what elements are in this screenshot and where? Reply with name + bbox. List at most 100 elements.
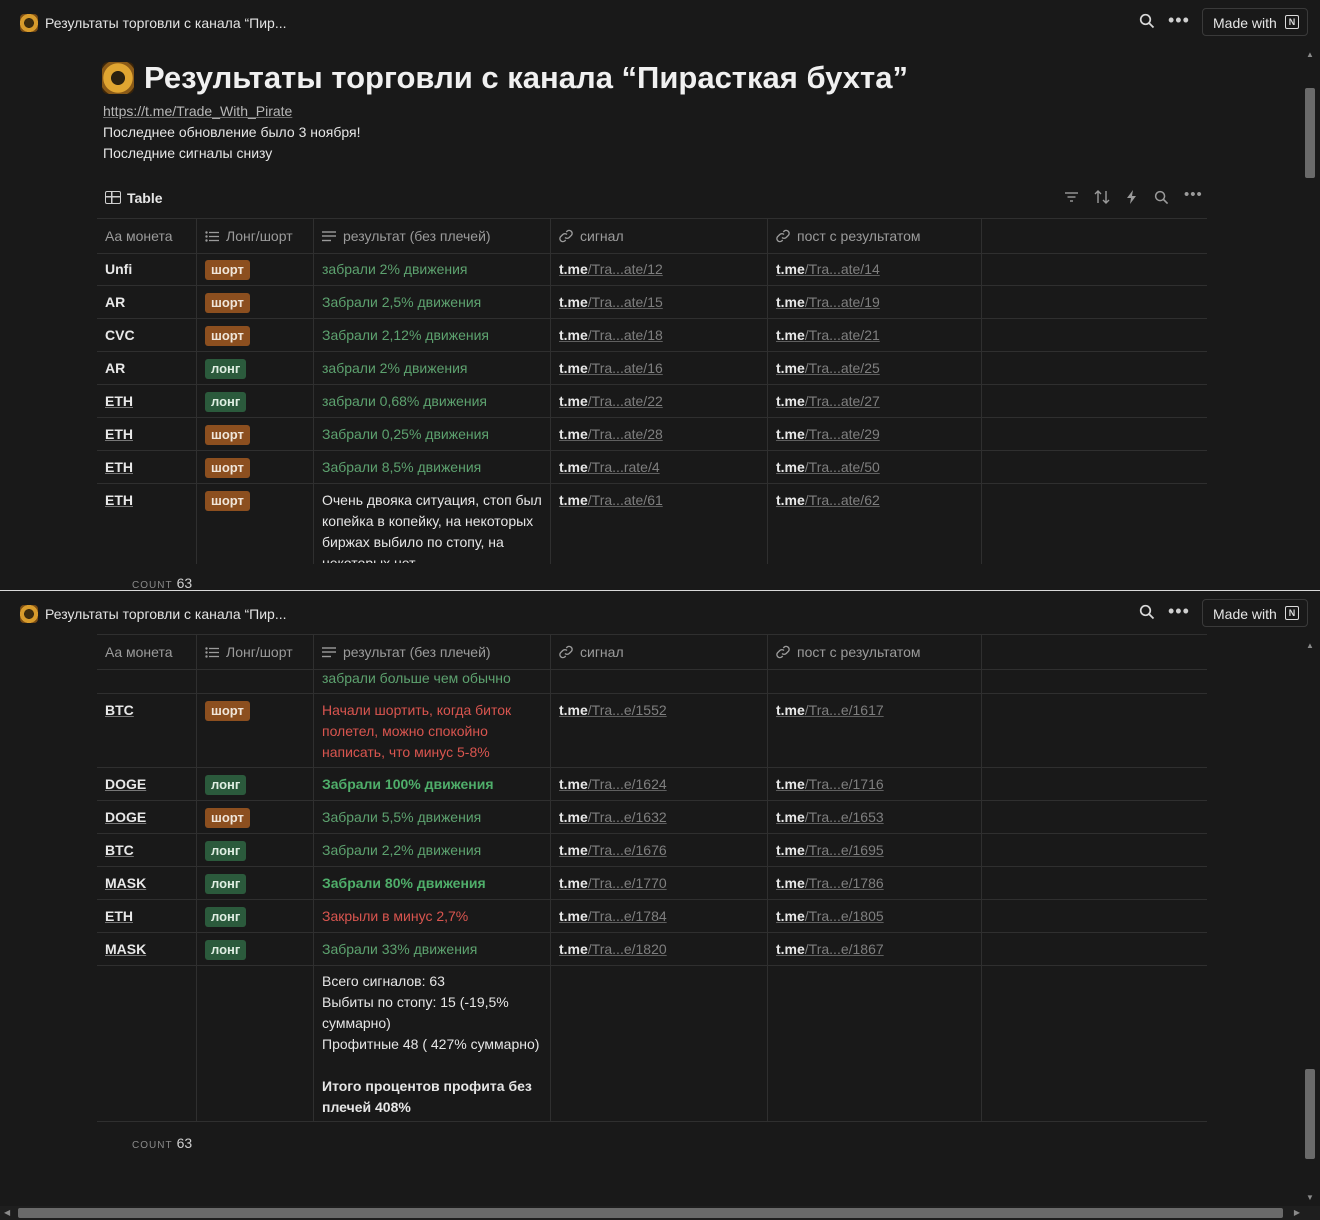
table-row[interactable]: забрали больше чем обычно: [97, 668, 1207, 694]
post-link[interactable]: t.me/Tra...e/1653: [776, 807, 884, 828]
table-row[interactable]: ETH шорт Забрали 0,25% движения t.me/Tra...…: [97, 417, 1207, 451]
signal-link[interactable]: t.me/Tra...e/1552: [559, 700, 667, 721]
coin-cell[interactable]: ETH: [105, 490, 133, 511]
post-link[interactable]: t.me/Tra...e/1805: [776, 906, 884, 927]
made-with-notion-button[interactable]: Made with N: [1202, 599, 1308, 627]
more-options-icon[interactable]: •••: [1168, 601, 1190, 622]
coin-cell[interactable]: ETH: [105, 424, 133, 445]
more-options-icon[interactable]: •••: [1168, 10, 1190, 31]
table-row[interactable]: ETH шорт Очень двояка ситуация, стоп был к…: [97, 483, 1207, 563]
signal-link[interactable]: t.me/Tra...rate/4: [559, 457, 660, 478]
post-link[interactable]: t.me/Tra...ate/62: [776, 490, 880, 511]
scroll-down-arrow-icon[interactable]: ▼: [1306, 1193, 1314, 1202]
table-view-tab[interactable]: Table: [105, 190, 163, 206]
header-coin[interactable]: Aa монета: [105, 635, 173, 669]
coin-cell[interactable]: CVC: [105, 325, 135, 346]
header-signal[interactable]: сигнал: [559, 635, 624, 669]
header-side[interactable]: Лонг/шорт: [205, 219, 293, 253]
signal-link[interactable]: t.me/Tra...e/1624: [559, 774, 667, 795]
table-row[interactable]: ETH шорт Забрали 8,5% движения t.me/Tra...r…: [97, 450, 1207, 484]
coin-cell[interactable]: MASK: [105, 873, 146, 894]
coin-cell[interactable]: AR: [105, 292, 125, 313]
scroll-up-arrow-icon[interactable]: ▲: [1306, 50, 1314, 59]
table-search-icon[interactable]: [1154, 190, 1169, 209]
post-link[interactable]: t.me/Tra...ate/19: [776, 292, 880, 313]
post-link[interactable]: t.me/Tra...ate/25: [776, 358, 880, 379]
made-with-notion-button[interactable]: Made with N: [1202, 8, 1308, 36]
header-side[interactable]: Лонг/шорт: [205, 635, 293, 669]
coin-cell[interactable]: ETH: [105, 457, 133, 478]
table-row[interactable]: CVC шорт Забрали 2,12% движения t.me/Tra...…: [97, 318, 1207, 352]
signal-link[interactable]: t.me/Tra...e/1676: [559, 840, 667, 861]
post-link[interactable]: t.me/Tra...e/1716: [776, 774, 884, 795]
channel-link[interactable]: https://t.me/Trade_With_Pirate: [103, 103, 292, 119]
coin-cell[interactable]: BTC: [105, 840, 134, 861]
horizontal-scrollbar[interactable]: ◀ ▶: [0, 1206, 1320, 1220]
table-row[interactable]: MASK лонг Забрали 33% движения t.me/Tra...e…: [97, 932, 1207, 966]
post-link[interactable]: t.me/Tra...e/1867: [776, 939, 884, 960]
table-row[interactable]: ETH лонг забрали 0,68% движения t.me/Tra...…: [97, 384, 1207, 418]
post-link[interactable]: t.me/Tra...ate/21: [776, 325, 880, 346]
vertical-scrollbar[interactable]: ▲ ▼: [1304, 641, 1316, 1202]
signal-link[interactable]: t.me/Tra...ate/18: [559, 325, 663, 346]
scroll-right-arrow-icon[interactable]: ▶: [1294, 1208, 1300, 1217]
signal-link[interactable]: t.me/Tra...ate/28: [559, 424, 663, 445]
table-icon: [105, 191, 121, 204]
table-row[interactable]: AR лонг забрали 2% движения t.me/Tra...ate/…: [97, 351, 1207, 385]
table-row[interactable]: AR шорт Забрали 2,5% движения t.me/Tra...at…: [97, 285, 1207, 319]
coin-cell[interactable]: MASK: [105, 939, 146, 960]
sort-icon[interactable]: [1094, 190, 1110, 208]
table-row[interactable]: DOGE лонг Забрали 100% движения t.me/Tra...…: [97, 767, 1207, 801]
signal-link[interactable]: t.me/Tra...e/1784: [559, 906, 667, 927]
scroll-up-arrow-icon[interactable]: ▲: [1306, 641, 1314, 650]
signal-link-path: /Tra...ate/18: [587, 327, 663, 343]
header-result[interactable]: результат (без плечей): [322, 219, 491, 253]
table-more-icon[interactable]: •••: [1184, 186, 1203, 203]
scroll-thumb[interactable]: [1305, 1069, 1315, 1159]
signal-link[interactable]: t.me/Tra...ate/12: [559, 259, 663, 280]
scroll-left-arrow-icon[interactable]: ◀: [4, 1208, 10, 1217]
signal-link[interactable]: t.me/Tra...e/1770: [559, 873, 667, 894]
header-signal[interactable]: сигнал: [559, 219, 624, 253]
coin-cell[interactable]: ETH: [105, 906, 133, 927]
header-result-label: результат (без плечей): [343, 644, 491, 660]
signal-link[interactable]: t.me/Tra...ate/16: [559, 358, 663, 379]
coin-cell[interactable]: DOGE: [105, 774, 146, 795]
vertical-scrollbar[interactable]: ▲: [1304, 50, 1316, 582]
post-link[interactable]: t.me/Tra...e/1786: [776, 873, 884, 894]
search-icon[interactable]: [1139, 13, 1155, 29]
coin-cell[interactable]: DOGE: [105, 807, 146, 828]
signal-link[interactable]: t.me/Tra...ate/61: [559, 490, 663, 511]
summary-row[interactable]: Всего сигналов: 63 Выбиты по стопу: 15 (-…: [97, 965, 1207, 1122]
horizontal-scroll-thumb[interactable]: [18, 1208, 1283, 1218]
post-link[interactable]: t.me/Tra...e/1695: [776, 840, 884, 861]
table-row[interactable]: MASK лонг Забрали 80% движения t.me/Tra...e…: [97, 866, 1207, 900]
filter-icon[interactable]: [1064, 190, 1079, 207]
table-row[interactable]: BTC шорт Начали шортить, когда биток полет…: [97, 693, 1207, 768]
signal-link[interactable]: t.me/Tra...e/1632: [559, 807, 667, 828]
table-row[interactable]: Unfi шорт забрали 2% движения t.me/Tra...at…: [97, 252, 1207, 286]
signal-link[interactable]: t.me/Tra...e/1820: [559, 939, 667, 960]
search-icon[interactable]: [1139, 604, 1155, 620]
table-row[interactable]: DOGE шорт Забрали 5,5% движения t.me/Tra...…: [97, 800, 1207, 834]
coin-cell[interactable]: ETH: [105, 391, 133, 412]
header-post[interactable]: пост с результатом: [776, 635, 921, 669]
post-link[interactable]: t.me/Tra...e/1617: [776, 700, 884, 721]
post-link[interactable]: t.me/Tra...ate/50: [776, 457, 880, 478]
scroll-thumb[interactable]: [1305, 88, 1315, 178]
made-with-label: Made with: [1213, 606, 1277, 622]
table-row[interactable]: ETH лонг Закрыли в минус 2,7% t.me/Tra...e/…: [97, 899, 1207, 933]
signal-link[interactable]: t.me/Tra...ate/22: [559, 391, 663, 412]
header-post[interactable]: пост с результатом: [776, 219, 921, 253]
post-link[interactable]: t.me/Tra...ate/29: [776, 424, 880, 445]
coin-cell[interactable]: Unfi: [105, 259, 132, 280]
header-coin[interactable]: Aa монета: [105, 219, 173, 253]
automation-lightning-icon[interactable]: [1126, 190, 1138, 208]
table-row[interactable]: BTC лонг Забрали 2,2% движения t.me/Tra...e…: [97, 833, 1207, 867]
post-link[interactable]: t.me/Tra...ate/27: [776, 391, 880, 412]
post-link[interactable]: t.me/Tra...ate/14: [776, 259, 880, 280]
signal-link[interactable]: t.me/Tra...ate/15: [559, 292, 663, 313]
coin-cell[interactable]: BTC: [105, 700, 134, 721]
coin-cell[interactable]: AR: [105, 358, 125, 379]
header-result[interactable]: результат (без плечей): [322, 635, 491, 669]
